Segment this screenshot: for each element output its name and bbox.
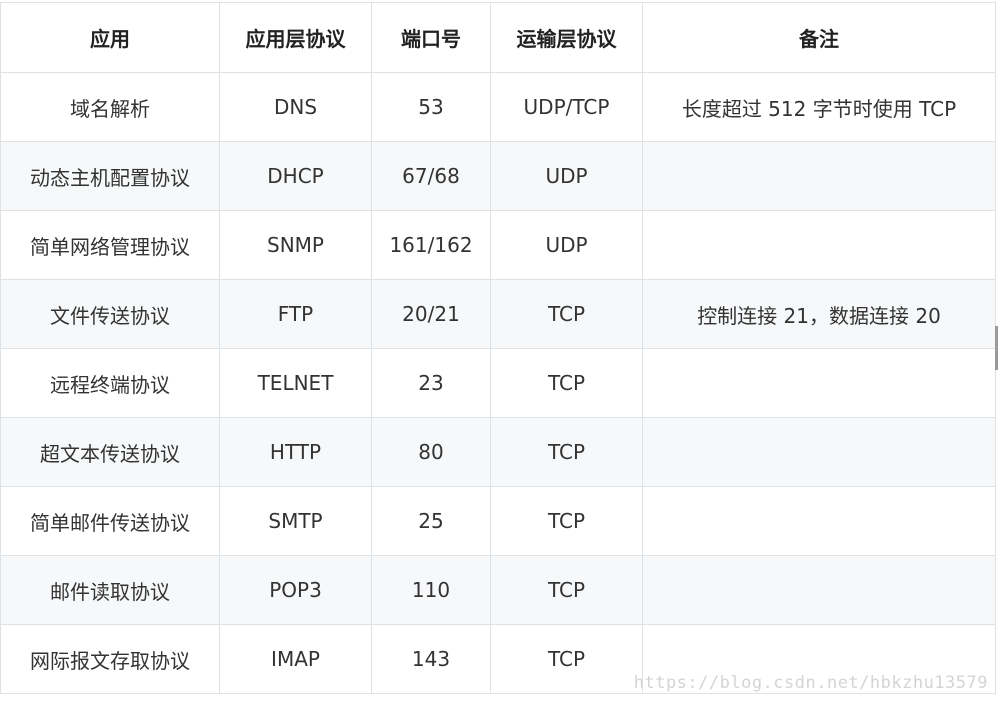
table-row: 动态主机配置协议 DHCP 67/68 UDP xyxy=(0,141,996,211)
cell-remarks xyxy=(642,210,996,280)
header-remarks: 备注 xyxy=(642,2,996,73)
cell-protocol: IMAP xyxy=(219,624,372,694)
cell-application: 文件传送协议 xyxy=(0,279,220,349)
cell-port: 80 xyxy=(371,417,491,487)
table-row: 简单网络管理协议 SNMP 161/162 UDP xyxy=(0,210,996,280)
cell-port: 25 xyxy=(371,486,491,556)
table-row: 远程终端协议 TELNET 23 TCP xyxy=(0,348,996,418)
cell-application: 简单网络管理协议 xyxy=(0,210,220,280)
header-port: 端口号 xyxy=(371,2,491,73)
protocol-table: 应用 应用层协议 端口号 运输层协议 备注 域名解析 DNS 53 UDP/TC… xyxy=(0,2,996,694)
header-application: 应用 xyxy=(0,2,220,73)
cell-remarks xyxy=(642,486,996,556)
cell-protocol: TELNET xyxy=(219,348,372,418)
cell-port: 20/21 xyxy=(371,279,491,349)
cell-port: 110 xyxy=(371,555,491,625)
cell-remarks: 控制连接 21，数据连接 20 xyxy=(642,279,996,349)
cell-application: 动态主机配置协议 xyxy=(0,141,220,211)
cell-protocol: POP3 xyxy=(219,555,372,625)
header-transport-protocol: 运输层协议 xyxy=(490,2,643,73)
cell-port: 53 xyxy=(371,72,491,142)
table-row: 文件传送协议 FTP 20/21 TCP 控制连接 21，数据连接 20 xyxy=(0,279,996,349)
cell-transport: UDP xyxy=(490,210,643,280)
cell-transport: TCP xyxy=(490,279,643,349)
cell-protocol: DHCP xyxy=(219,141,372,211)
cell-remarks xyxy=(642,348,996,418)
cell-protocol: HTTP xyxy=(219,417,372,487)
table-row: 超文本传送协议 HTTP 80 TCP xyxy=(0,417,996,487)
cell-protocol: DNS xyxy=(219,72,372,142)
cell-application: 邮件读取协议 xyxy=(0,555,220,625)
cell-transport: UDP xyxy=(490,141,643,211)
cell-transport: TCP xyxy=(490,417,643,487)
watermark-url: https://blog.csdn.net/hbkzhu13579 xyxy=(633,673,988,693)
cell-port: 67/68 xyxy=(371,141,491,211)
cell-remarks xyxy=(642,141,996,211)
cell-protocol: SNMP xyxy=(219,210,372,280)
table-row: 简单邮件传送协议 SMTP 25 TCP xyxy=(0,486,996,556)
cell-transport: TCP xyxy=(490,486,643,556)
cell-port: 143 xyxy=(371,624,491,694)
cell-transport: TCP xyxy=(490,555,643,625)
cell-remarks xyxy=(642,555,996,625)
cell-port: 23 xyxy=(371,348,491,418)
cell-application: 简单邮件传送协议 xyxy=(0,486,220,556)
header-application-protocol: 应用层协议 xyxy=(219,2,372,73)
cell-protocol: FTP xyxy=(219,279,372,349)
cell-application: 网际报文存取协议 xyxy=(0,624,220,694)
cell-application: 超文本传送协议 xyxy=(0,417,220,487)
cell-remarks xyxy=(642,417,996,487)
cell-application: 域名解析 xyxy=(0,72,220,142)
cell-transport: TCP xyxy=(490,624,643,694)
cell-transport: UDP/TCP xyxy=(490,72,643,142)
table-row: 邮件读取协议 POP3 110 TCP xyxy=(0,555,996,625)
cell-protocol: SMTP xyxy=(219,486,372,556)
cell-transport: TCP xyxy=(490,348,643,418)
cell-port: 161/162 xyxy=(371,210,491,280)
cell-application: 远程终端协议 xyxy=(0,348,220,418)
table-header-row: 应用 应用层协议 端口号 运输层协议 备注 xyxy=(0,2,996,73)
cell-remarks: 长度超过 512 字节时使用 TCP xyxy=(642,72,996,142)
table-row: 域名解析 DNS 53 UDP/TCP 长度超过 512 字节时使用 TCP xyxy=(0,72,996,142)
